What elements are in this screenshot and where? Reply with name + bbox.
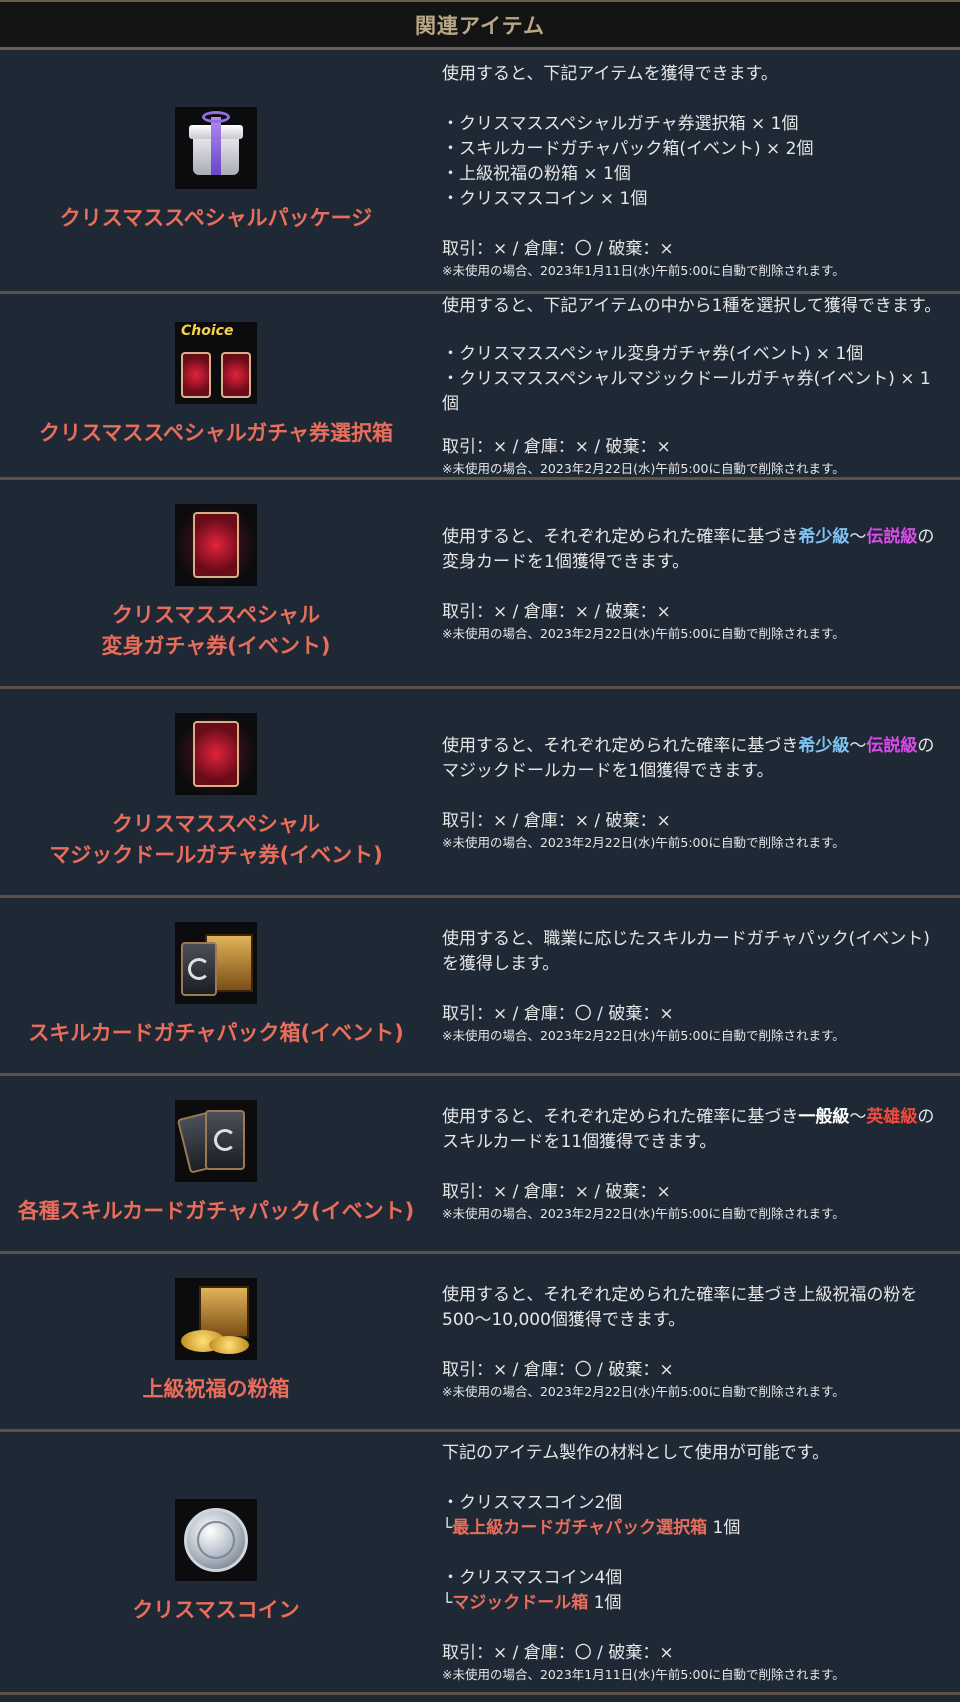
choice-box-icon: Choice: [175, 322, 257, 404]
desc-line: 使用すると、それぞれ定められた確率に基づき上級祝福の粉を500～10,000個獲…: [442, 1285, 918, 1330]
recipe-material: ・クリスマスコイン2個: [442, 1493, 623, 1513]
item-row: スキルカードガチャパック箱(イベント) 使用すると、職業に応じたスキルカードガチ…: [0, 898, 960, 1076]
trade-info: 取引：× / 倉庫：〇 / 破棄：×: [442, 1360, 674, 1380]
trade-info: 取引：× / 倉庫：× / 破棄：×: [442, 810, 671, 831]
section-header: 関連アイテム: [0, 0, 960, 50]
choice-label: Choice: [181, 323, 234, 339]
item-description: 下記のアイテム製作の材料として使用が可能です。 ・クリスマスコイン2個 └最上級…: [432, 1432, 960, 1692]
desc-line: ・クリスマススペシャル変身ガチャ券(イベント) × 1個: [442, 343, 864, 364]
desc-line: 使用すると、それぞれ定められた確率に基づき希少級～伝説級の変身カードを1個獲得で…: [442, 526, 935, 572]
desc-line: ・クリスマススペシャルマジックドールガチャ券(イベント) × 1個: [442, 368, 931, 414]
trade-info: 取引：× / 倉庫：× / 破棄：×: [442, 1182, 671, 1202]
recipe-result: └最上級カードガチャパック選択箱 1個: [442, 1518, 741, 1538]
recipe-result-link[interactable]: マジックドール箱: [452, 1593, 588, 1613]
item-row: クリスマスコイン 下記のアイテム製作の材料として使用が可能です。 ・クリスマスコ…: [0, 1432, 960, 1695]
item-name[interactable]: スキルカードガチャパック箱(イベント): [28, 1018, 403, 1049]
gift-box-icon: [175, 107, 257, 189]
item-row: クリスマススペシャル 変身ガチャ券(イベント) 使用すると、それぞれ定められた確…: [0, 480, 960, 689]
trade-info: 取引：× / 倉庫：× / 破棄：×: [442, 437, 671, 457]
trade-info: 取引：× / 倉庫：〇 / 破棄：×: [442, 1643, 674, 1663]
transform-card-icon: [175, 504, 257, 586]
recipe-result: └マジックドール箱 1個: [442, 1593, 622, 1613]
item-description: 使用すると、それぞれ定められた確率に基づき一般級～英雄級のスキルカードを11個獲…: [432, 1076, 960, 1251]
item-description: 使用すると、下記アイテムの中から1種を選択して獲得できます。 ・クリスマススペシ…: [432, 294, 960, 477]
christmas-coin-icon: [175, 1498, 257, 1581]
grade-legend: 伝説級: [866, 735, 918, 756]
expiry-note: ※未使用の場合、2023年2月22日(水)午前5:00に自動で削除されます。: [442, 834, 845, 850]
item-name[interactable]: クリスマススペシャル 変身ガチャ券(イベント): [102, 600, 331, 662]
desc-line: ・上級祝福の粉箱 × 1個: [442, 164, 631, 184]
expiry-note: ※未使用の場合、2023年1月11日(水)午前5:00に自動で削除されます。: [442, 1667, 845, 1682]
magic-doll-card-icon: [175, 713, 257, 795]
item-description: 使用すると、職業に応じたスキルカードガチャパック(イベント)を獲得します。 取引…: [432, 898, 960, 1073]
desc-line: 使用すると、下記アイテムの中から1種を選択して獲得できます。: [442, 296, 942, 316]
expiry-note: ※未使用の場合、2023年2月22日(水)午前5:00に自動で削除されます。: [442, 1206, 845, 1221]
item-description: 使用すると、それぞれ定められた確率に基づき上級祝福の粉を500～10,000個獲…: [432, 1254, 960, 1429]
item-identity: 各種スキルカードガチャパック(イベント): [0, 1076, 432, 1251]
item-identity: クリスマスコイン: [0, 1432, 432, 1692]
grade-hero: 英雄級: [866, 1107, 918, 1127]
skill-card-pack-icon: [175, 1100, 257, 1182]
grade-rare: 希少級: [798, 735, 850, 756]
grade-rare: 希少級: [798, 526, 850, 547]
grade-legend: 伝説級: [866, 526, 918, 547]
trade-info: 取引：× / 倉庫：× / 破棄：×: [442, 601, 671, 622]
desc-line: 使用すると、職業に応じたスキルカードガチャパック(イベント)を獲得します。: [442, 929, 930, 974]
trade-info: 取引：× / 倉庫：〇 / 破棄：×: [442, 1004, 674, 1024]
item-identity: 上級祝福の粉箱: [0, 1254, 432, 1429]
expiry-note: ※未使用の場合、2023年2月22日(水)午前5:00に自動で削除されます。: [442, 625, 845, 641]
recipe-result-link[interactable]: 最上級カードガチャパック選択箱: [452, 1518, 707, 1538]
desc-line: ・クリスマススペシャルガチャ券選択箱 × 1個: [442, 114, 799, 134]
desc-line: 使用すると、それぞれ定められた確率に基づき一般級～英雄級のスキルカードを11個獲…: [442, 1107, 935, 1152]
item-row: 各種スキルカードガチャパック(イベント) 使用すると、それぞれ定められた確率に基…: [0, 1076, 960, 1254]
item-name[interactable]: クリスマススペシャルパッケージ: [60, 203, 372, 234]
item-row: クリスマススペシャル マジックドールガチャ券(イベント) 使用すると、それぞれ定…: [0, 689, 960, 898]
blessing-powder-chest-icon: [175, 1278, 257, 1360]
desc-line: 使用すると、下記アイテムを獲得できます。: [442, 64, 778, 84]
expiry-note: ※未使用の場合、2023年2月22日(水)午前5:00に自動で削除されます。: [442, 1028, 845, 1043]
expiry-note: ※未使用の場合、2023年1月11日(水)午前5:00に自動で削除されます。: [442, 263, 845, 278]
desc-line: 使用すると、それぞれ定められた確率に基づき希少級～伝説級のマジックドールカードを…: [442, 735, 935, 781]
item-name[interactable]: 各種スキルカードガチャパック(イベント): [18, 1196, 414, 1227]
item-name[interactable]: クリスマススペシャル マジックドールガチャ券(イベント): [49, 809, 382, 871]
skill-card-chest-icon: [175, 922, 257, 1004]
desc-line: 下記のアイテム製作の材料として使用が可能です。: [442, 1443, 830, 1463]
item-name[interactable]: 上級祝福の粉箱: [143, 1374, 290, 1405]
desc-line: ・クリスマスコイン × 1個: [442, 189, 648, 209]
item-description: 使用すると、下記アイテムを獲得できます。 ・クリスマススペシャルガチャ券選択箱 …: [432, 50, 960, 291]
item-description: 使用すると、それぞれ定められた確率に基づき希少級～伝説級の変身カードを1個獲得で…: [432, 480, 960, 686]
item-row: クリスマススペシャルパッケージ 使用すると、下記アイテムを獲得できます。 ・クリ…: [0, 50, 960, 294]
item-identity: スキルカードガチャパック箱(イベント): [0, 898, 432, 1073]
expiry-note: ※未使用の場合、2023年2月22日(水)午前5:00に自動で削除されます。: [442, 1384, 845, 1399]
grade-normal: 一般級: [798, 1107, 850, 1127]
item-identity: クリスマススペシャル 変身ガチャ券(イベント): [0, 480, 432, 686]
desc-line: ・スキルカードガチャパック箱(イベント) × 2個: [442, 139, 814, 159]
item-row: 上級祝福の粉箱 使用すると、それぞれ定められた確率に基づき上級祝福の粉を500～…: [0, 1254, 960, 1432]
item-description: 使用すると、それぞれ定められた確率に基づき希少級～伝説級のマジックドールカードを…: [432, 689, 960, 895]
item-row: Choice クリスマススペシャルガチャ券選択箱 使用すると、下記アイテムの中か…: [0, 294, 960, 480]
item-name[interactable]: クリスマススペシャルガチャ券選択箱: [39, 418, 393, 449]
trade-info: 取引：× / 倉庫：〇 / 破棄：×: [442, 239, 674, 259]
item-name[interactable]: クリスマスコイン: [132, 1595, 299, 1626]
item-identity: クリスマススペシャル マジックドールガチャ券(イベント): [0, 689, 432, 895]
section-title: 関連アイテム: [415, 13, 545, 38]
item-identity: クリスマススペシャルパッケージ: [0, 50, 432, 291]
item-identity: Choice クリスマススペシャルガチャ券選択箱: [0, 294, 432, 477]
expiry-note: ※未使用の場合、2023年2月22日(水)午前5:00に自動で削除されます。: [442, 461, 845, 476]
recipe-material: ・クリスマスコイン4個: [442, 1568, 623, 1588]
